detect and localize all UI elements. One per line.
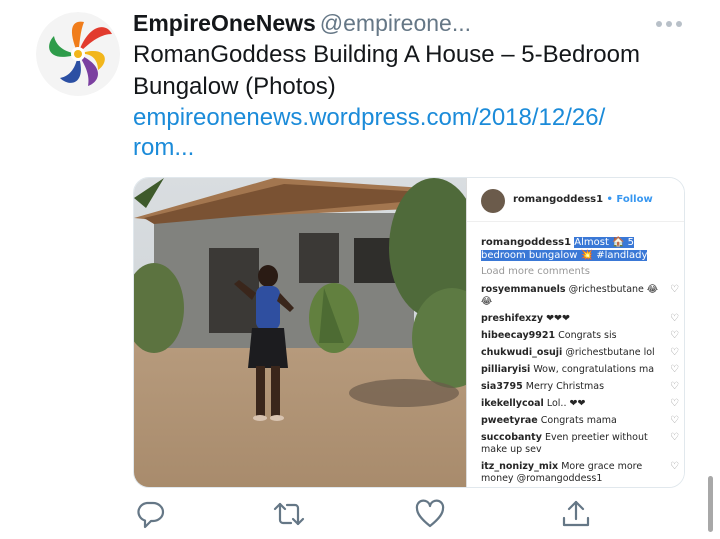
instagram-caption: romangoddess1 Almost 🏠 5 bedroom bungalo… (481, 236, 676, 262)
display-name[interactable]: EmpireOneNews (133, 10, 316, 36)
comment-user: chukwudi_osuji (481, 347, 563, 358)
comment-item: sia3795 Merry Christmas ♡ (481, 381, 681, 393)
tweet-header: EmpireOneNews @empireone... (133, 8, 653, 38)
instagram-username-text: romangoddess1 (513, 194, 604, 205)
tweet-text: RomanGoddess Building A House – 5-Bedroo… (133, 41, 640, 100)
comment-item: succobanty Even preetier without make up… (481, 432, 681, 456)
comment-heart-icon: ♡ (670, 313, 679, 324)
comment-text: Lol.. ❤❤ (546, 398, 586, 409)
comment-heart-icon: ♡ (670, 284, 679, 295)
share-icon[interactable] (560, 498, 592, 530)
tweet-link[interactable]: empireonenews.wordpress.com/2018/12/26/ … (133, 103, 693, 163)
comment-text: Merry Christmas (525, 381, 605, 392)
comment-heart-icon: ♡ (670, 461, 679, 472)
instagram-follow: • Follow (603, 194, 653, 205)
house-photo (134, 178, 466, 487)
reply-icon[interactable] (134, 498, 166, 530)
comment-user: hibeecay9921 (481, 330, 556, 341)
retweet-icon[interactable] (272, 498, 305, 530)
comment-user: itz_nonizy_mix (481, 461, 559, 472)
comment-item: preshifexzy ❤❤❤ ♡ (481, 313, 681, 325)
comment-text: @richestbutane lol (565, 347, 655, 358)
comment-user: rosyemmanuels (481, 284, 566, 295)
comment-text: ❤❤❤ (546, 313, 570, 324)
load-more-comments: Load more comments (481, 266, 590, 277)
comment-heart-icon: ♡ (670, 398, 679, 409)
instagram-username: romangoddess1 • Follow (513, 194, 653, 205)
comment-heart-icon: ♡ (670, 364, 679, 375)
comment-heart-icon: ♡ (670, 347, 679, 358)
comment-heart-icon: ♡ (670, 432, 679, 443)
scrollbar[interactable] (708, 476, 713, 532)
tweet-link-line1[interactable]: empireonenews.wordpress.com/2018/12/26/ (133, 103, 693, 133)
comment-user: succobanty (481, 432, 542, 443)
comment-item: itz_nonizy_mix More grace more money @ro… (481, 461, 681, 485)
comment-item: hibeecay9921 Congrats sis ♡ (481, 330, 681, 342)
comment-item: chukwudi_osuji @richestbutane lol ♡ (481, 347, 681, 359)
more-options-icon[interactable] (656, 14, 686, 32)
comment-item: pweetyrae Congrats mama ♡ (481, 415, 681, 427)
comment-text: Congrats sis (558, 330, 617, 341)
tweet-link-line2[interactable]: rom... (133, 133, 693, 163)
comment-item: ikekellycoal Lol.. ❤❤ ♡ (481, 398, 681, 410)
comments-list: rosyemmanuels @richestbutane 😂😂 ♡ preshife… (481, 284, 681, 487)
comment-text: Congrats mama (540, 415, 617, 426)
comment-user: pweetyrae (481, 415, 538, 426)
comment-heart-icon: ♡ (670, 330, 679, 341)
comment-heart-icon: ♡ (670, 415, 679, 426)
comment-heart-icon: ♡ (670, 381, 679, 392)
tweet-actions (130, 498, 600, 534)
instagram-panel: romangoddess1 • Follow romangoddess1 Alm… (466, 178, 684, 487)
comment-user: pilliaryisi (481, 364, 531, 375)
comment-user: preshifexzy (481, 313, 544, 324)
instagram-avatar (481, 189, 505, 213)
avatar[interactable] (36, 12, 120, 96)
instagram-header: romangoddess1 • Follow (467, 178, 684, 222)
comment-item: pilliaryisi Wow, congratulations ma ♡ (481, 364, 681, 376)
caption-user: romangoddess1 (481, 237, 572, 248)
like-icon[interactable] (414, 498, 446, 530)
tweet-media[interactable]: romangoddess1 • Follow romangoddess1 Alm… (133, 177, 685, 488)
user-handle[interactable]: @empireone... (320, 10, 471, 36)
comment-item: rosyemmanuels @richestbutane 😂😂 ♡ (481, 284, 681, 308)
comment-text: Wow, congratulations ma (533, 364, 655, 375)
comment-user: sia3795 (481, 381, 523, 392)
comment-user: ikekellycoal (481, 398, 544, 409)
